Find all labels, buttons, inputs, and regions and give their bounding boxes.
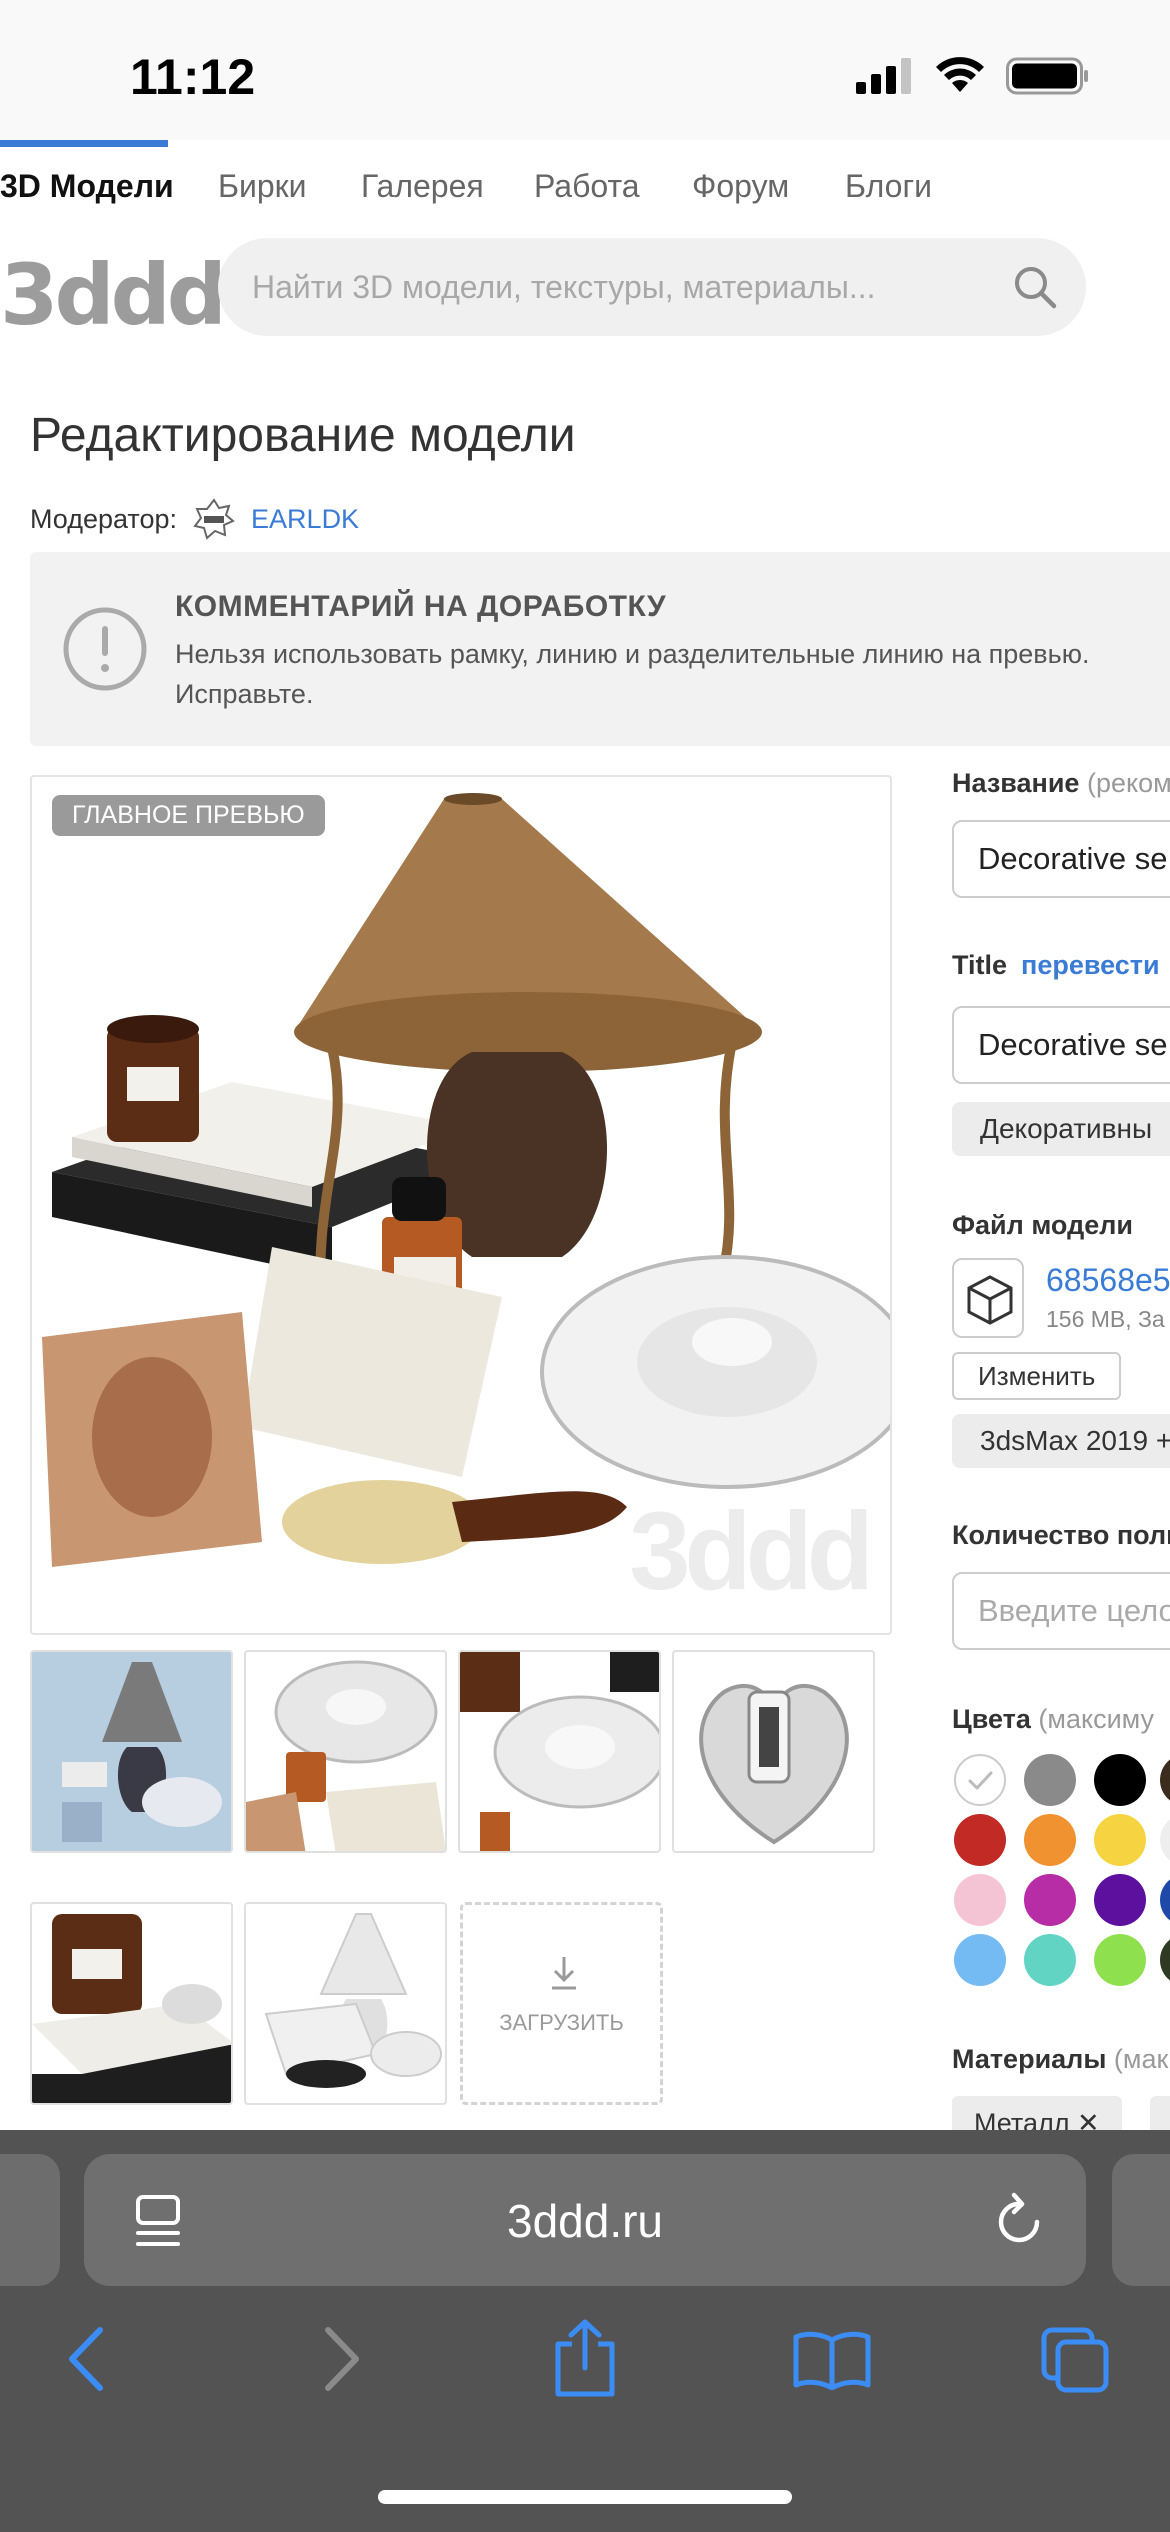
tabs-icon[interactable] (1040, 2326, 1112, 2394)
moderator-badge-icon (193, 498, 235, 540)
name-input[interactable]: Decorative se (952, 820, 1170, 898)
file-label: Файл модели (952, 1210, 1133, 1240)
thumbnail-5[interactable] (30, 1902, 233, 2105)
wifi-icon (936, 57, 984, 92)
color-swatch[interactable] (1024, 1814, 1076, 1866)
model-file-info: 156 MB, За (1046, 1306, 1165, 1332)
forward-icon[interactable] (320, 2326, 364, 2392)
color-swatch-partial-2[interactable] (1160, 1814, 1170, 1866)
tab-tags[interactable]: Бирки (218, 168, 307, 205)
revision-comment-box: КОММЕНТАРИЙ НА ДОРАБОТКУ Нельзя использо… (30, 552, 1170, 746)
cellular-signal-icon (856, 58, 911, 94)
watermark-logo: 3ddd (629, 1490, 874, 1613)
model-file-box (952, 1258, 1024, 1338)
status-icons (856, 56, 1090, 96)
active-tab-indicator (0, 140, 168, 147)
thumbnail-1[interactable] (30, 1650, 233, 1853)
color-swatch[interactable] (1094, 1814, 1146, 1866)
color-swatch[interactable] (1024, 1874, 1076, 1926)
previous-tab-preview[interactable] (0, 2154, 60, 2286)
colors-label: Цвета (максиму (952, 1704, 1155, 1734)
next-tab-preview[interactable] (1112, 2154, 1170, 2286)
tab-gallery[interactable]: Галерея (361, 168, 484, 205)
upload-label: ЗАГРУЗИТЬ (499, 2010, 624, 2035)
bookmarks-icon[interactable] (792, 2330, 872, 2390)
search-bar (218, 238, 1086, 336)
checkmark-icon (968, 1771, 993, 1790)
home-indicator (378, 2490, 792, 2504)
model-file-link[interactable]: 68568e5 (1046, 1262, 1170, 1299)
color-swatch[interactable] (1024, 1754, 1076, 1806)
translate-link[interactable]: перевести (1021, 950, 1160, 980)
back-icon[interactable] (64, 2326, 108, 2392)
url-text: 3ddd.ru (506, 2195, 663, 2247)
tab-blogs[interactable]: Блоги (845, 168, 932, 205)
color-swatch-partial-4[interactable] (1160, 1934, 1170, 1986)
moderator-row: Модератор: EARLDK (30, 498, 359, 540)
color-swatch[interactable] (954, 1934, 1006, 1986)
title-input[interactable]: Decorative se (952, 1006, 1170, 1084)
name-hint: (реком (1086, 768, 1170, 798)
color-swatch-partial-1[interactable] (1160, 1754, 1170, 1806)
color-swatch-white-selected[interactable] (954, 1754, 1006, 1806)
status-time: 11:12 (130, 49, 256, 105)
site-logo[interactable]: 3ddd (0, 246, 227, 344)
color-swatch[interactable] (954, 1874, 1006, 1926)
category-chip[interactable]: Декоративны (952, 1102, 1170, 1156)
search-icon[interactable] (1012, 264, 1058, 310)
color-swatch[interactable] (1094, 1934, 1146, 1986)
upload-preview-button[interactable]: ЗАГРУЗИТЬ (460, 1902, 663, 2105)
search-input[interactable] (252, 238, 1012, 336)
page-title: Редактирование модели (30, 409, 576, 462)
materials-label: Материалы (мак (952, 2044, 1169, 2074)
change-file-button[interactable]: Изменить (952, 1352, 1122, 1400)
status-bar: 11:12 (0, 0, 1170, 140)
main-preview-badge: ГЛАВНОЕ ПРЕВЬЮ (52, 795, 325, 836)
main-preview-image[interactable]: ГЛАВНОЕ ПРЕВЬЮ 3ddd (30, 775, 892, 1635)
cube-icon (967, 1275, 1013, 1325)
share-icon[interactable] (550, 2318, 620, 2398)
tab-forum[interactable]: Форум (692, 168, 789, 205)
thumbnail-6[interactable] (244, 1902, 447, 2105)
thumbnail-2[interactable] (244, 1650, 447, 1853)
comment-title: КОММЕНТАРИЙ НА ДОРАБОТКУ (175, 590, 667, 623)
color-swatch[interactable] (1094, 1874, 1146, 1926)
polygons-input[interactable]: Введите целое (952, 1572, 1170, 1650)
download-arrow-icon (552, 1957, 576, 1990)
reload-icon[interactable] (994, 2192, 1046, 2248)
materials-hint: (мак (1113, 2044, 1169, 2074)
color-swatch-partial-3[interactable] (1160, 1874, 1170, 1926)
battery-icon (1006, 57, 1088, 95)
exclamation-circle-icon (63, 607, 147, 691)
colors-hint: (максиму (1038, 1704, 1155, 1734)
comment-text: Нельзя использовать рамку, линию и разде… (175, 639, 1090, 709)
moderator-label: Модератор: (30, 503, 178, 534)
color-swatch[interactable] (1024, 1934, 1076, 1986)
polygons-label: Количество поли (952, 1520, 1170, 1550)
color-swatch[interactable] (954, 1814, 1006, 1866)
thumbnail-4[interactable] (672, 1650, 875, 1853)
top-nav: 3D Модели Бирки Галерея Работа Форум Бло… (0, 140, 1170, 210)
address-bar[interactable]: 3ddd.ru (84, 2154, 1086, 2286)
moderator-name-link[interactable]: EARLDK (251, 504, 359, 535)
tab-jobs[interactable]: Работа (534, 168, 640, 205)
tab-3d-models[interactable]: 3D Модели (0, 168, 174, 205)
thumbnail-3[interactable] (458, 1650, 661, 1853)
title-label: Title перевести (952, 950, 1160, 980)
name-label: Название (реком (952, 768, 1170, 798)
color-swatch[interactable] (1094, 1754, 1146, 1806)
software-chip[interactable]: 3dsMax 2019 + (952, 1414, 1170, 1468)
